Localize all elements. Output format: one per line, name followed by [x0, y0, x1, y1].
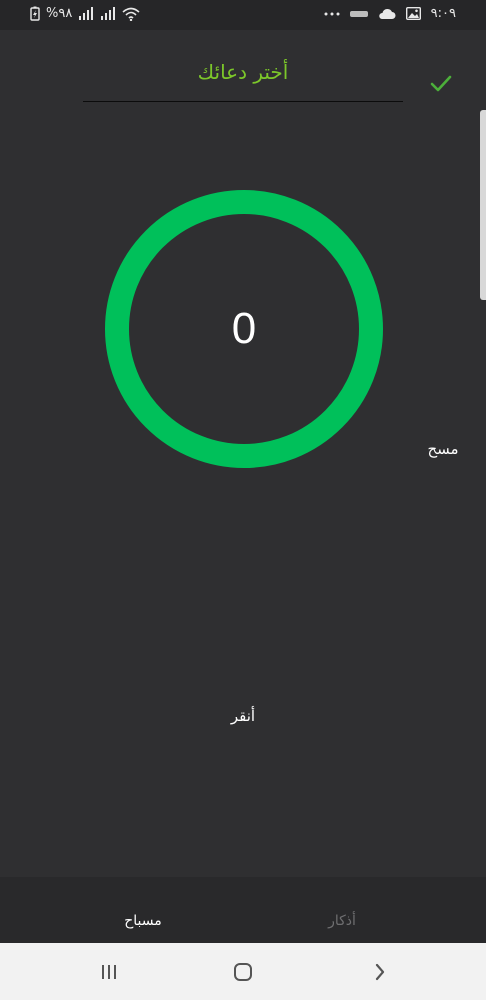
page-title[interactable]: أختر دعائك	[83, 60, 403, 84]
charging-battery-icon	[30, 6, 40, 21]
app-screen: %٩٨ ٩:٠٩ أختر دعائك 0 مسح أنقر مسباح أذك…	[0, 0, 486, 1000]
counter-ring-button[interactable]: 0	[104, 189, 384, 469]
recent-apps-button[interactable]	[94, 958, 124, 986]
recent-apps-icon	[102, 965, 116, 979]
tab-azkar[interactable]: أذكار	[282, 913, 402, 929]
home-icon	[234, 963, 252, 981]
bottom-tab-bar: مسباح أذكار	[0, 877, 486, 943]
scroll-handle[interactable]	[480, 110, 486, 300]
tab-sebha[interactable]: مسباح	[83, 913, 203, 929]
clock: ٩:٠٩	[430, 6, 456, 21]
signal-icon	[78, 7, 94, 20]
battery-percent: %٩٨	[46, 6, 73, 21]
status-bar: %٩٨ ٩:٠٩	[0, 0, 486, 30]
wifi-icon	[122, 7, 140, 21]
more-dots-icon	[324, 12, 340, 16]
signal-icon	[100, 7, 116, 20]
status-right: ٩:٠٩	[324, 6, 456, 21]
counter-value: 0	[231, 304, 257, 353]
cloud-icon	[378, 8, 396, 20]
confirm-button[interactable]	[426, 70, 456, 98]
checkmark-icon	[430, 75, 452, 92]
image-icon	[405, 7, 421, 20]
reset-button[interactable]: مسح	[418, 440, 468, 458]
tap-label: أنقر	[230, 707, 256, 725]
title-underline	[83, 101, 403, 102]
home-button[interactable]	[228, 958, 258, 986]
system-nav-bar	[0, 943, 486, 1000]
app-notification-icon	[349, 9, 368, 19]
back-icon	[375, 963, 385, 981]
back-button[interactable]	[365, 958, 395, 986]
status-left: %٩٨	[30, 6, 140, 21]
